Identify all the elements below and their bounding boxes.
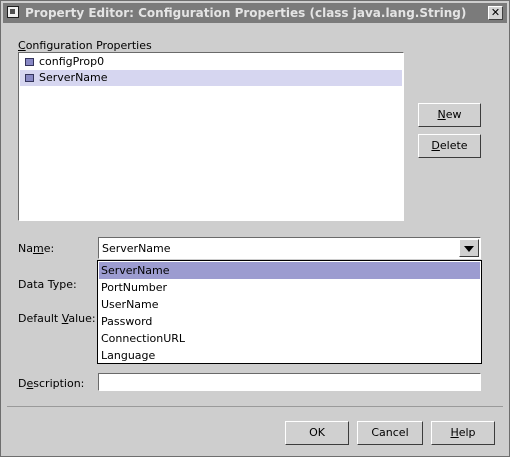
dropdown-arrow-button[interactable] xyxy=(459,239,479,257)
list-item-label: configProp0 xyxy=(39,55,105,68)
dropdown-option-language[interactable]: Language xyxy=(99,347,480,364)
delete-button-mnemonic: D xyxy=(431,139,440,152)
dropdown-option-password[interactable]: Password xyxy=(99,313,480,330)
title-bar[interactable]: Property Editor: Configuration Propertie… xyxy=(3,3,507,23)
config-properties-label-rest: onfiguration Properties xyxy=(25,39,152,52)
delete-button[interactable]: Delete xyxy=(418,134,481,158)
dropdown-option-servername[interactable]: ServerName xyxy=(99,262,480,279)
dropdown-option-portnumber[interactable]: PortNumber xyxy=(99,279,480,296)
description-label-rest: scription: xyxy=(33,377,85,390)
ok-button[interactable]: OK xyxy=(285,421,349,445)
name-label-prefix: Na xyxy=(18,242,33,255)
name-label: Name: xyxy=(18,242,54,255)
name-combobox-value: ServerName xyxy=(102,242,171,255)
new-button[interactable]: New xyxy=(418,103,481,127)
config-properties-label: Configuration Properties xyxy=(18,39,152,52)
default-value-label: Default Value: xyxy=(18,312,96,325)
help-button-rest: elp xyxy=(458,426,476,439)
list-item-label: ServerName xyxy=(39,71,108,84)
property-icon xyxy=(25,74,34,82)
name-dropdown-list[interactable]: ServerName PortNumber UserName Password … xyxy=(97,260,482,364)
property-editor-dialog: Property Editor: Configuration Propertie… xyxy=(0,0,510,457)
app-icon xyxy=(7,6,19,18)
dropdown-option-username[interactable]: UserName xyxy=(99,296,480,313)
delete-button-rest: elete xyxy=(439,139,468,152)
new-button-rest: ew xyxy=(445,108,462,121)
list-item-servername[interactable]: ServerName xyxy=(20,70,402,86)
name-label-mnemonic: m xyxy=(32,242,44,255)
window-title: Property Editor: Configuration Propertie… xyxy=(25,6,467,20)
default-value-label-prefix: Default xyxy=(18,312,62,325)
description-field[interactable] xyxy=(98,373,481,391)
close-button[interactable]: ✕ xyxy=(488,6,503,20)
data-type-label: Data Type: xyxy=(18,278,77,291)
close-icon: ✕ xyxy=(490,6,501,19)
name-combobox[interactable]: ServerName xyxy=(98,237,481,259)
help-button-mnemonic: H xyxy=(450,426,459,439)
new-button-mnemonic: N xyxy=(437,108,446,121)
cancel-button[interactable]: Cancel xyxy=(357,421,423,445)
description-label: Description: xyxy=(18,377,84,390)
config-properties-list[interactable]: configProp0 ServerName xyxy=(18,52,404,221)
default-value-label-rest: alue: xyxy=(68,312,96,325)
list-item-configprop0[interactable]: configProp0 xyxy=(20,54,402,70)
help-button[interactable]: Help xyxy=(431,421,495,445)
dropdown-option-connectionurl[interactable]: ConnectionURL xyxy=(99,330,480,347)
name-label-rest: e: xyxy=(43,242,55,255)
footer-separator xyxy=(7,406,503,407)
property-icon xyxy=(25,58,34,66)
config-properties-label-mnemonic: C xyxy=(18,39,26,52)
